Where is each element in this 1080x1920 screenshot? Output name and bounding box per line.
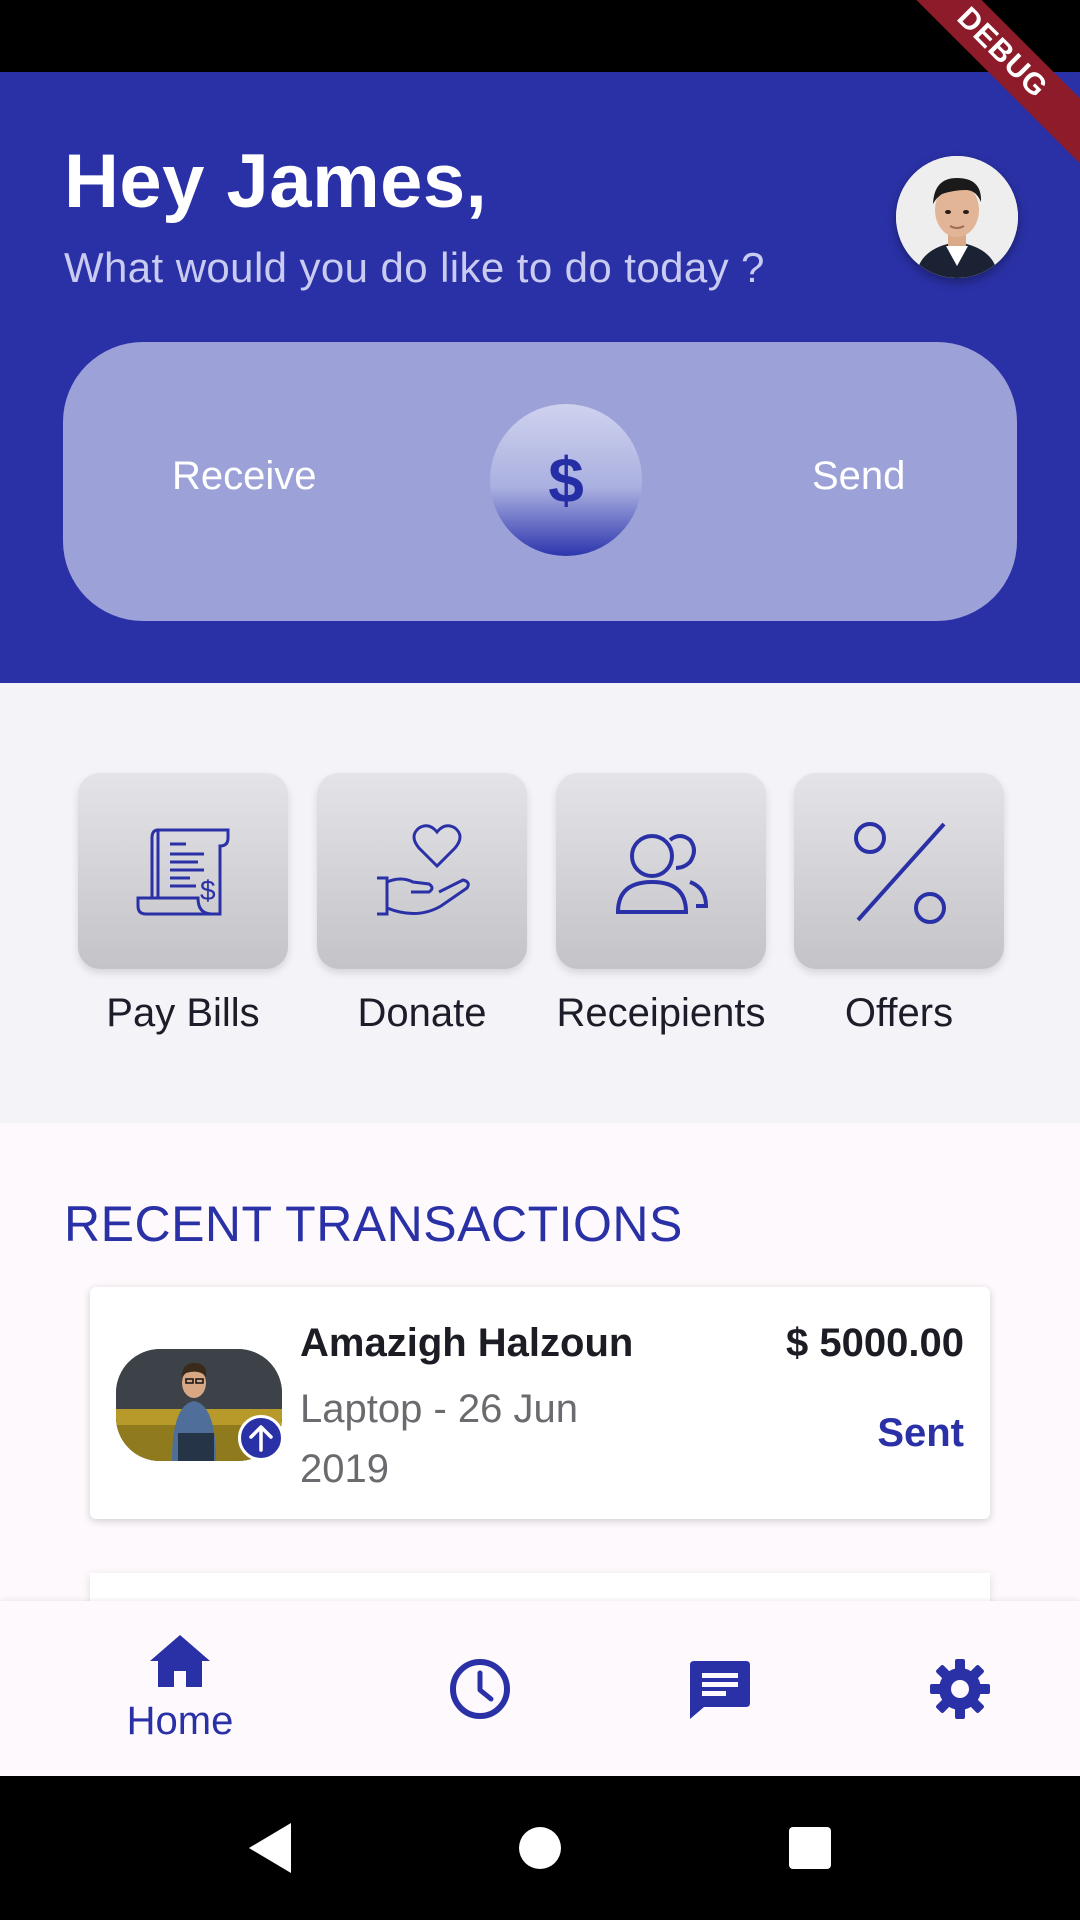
user-avatar-icon: [896, 156, 1018, 278]
section-title: RECENT TRANSACTIONS: [64, 1196, 683, 1252]
transaction-amount: $ 5000.00: [786, 1321, 964, 1365]
header: Hey James, What would you do like to do …: [0, 72, 1080, 683]
quick-action-recipients[interactable]: Receipients: [556, 773, 766, 1036]
donate-tile[interactable]: [317, 773, 527, 969]
quick-action-pay-bills[interactable]: $ Pay Bills: [78, 773, 288, 1036]
home-circle-icon: [519, 1827, 561, 1869]
dollar-toggle-button[interactable]: $: [490, 404, 642, 556]
arrow-up-icon: [249, 1425, 273, 1452]
message-icon: [690, 1660, 750, 1719]
system-navigation-bar: [0, 1776, 1080, 1920]
greeting-title: Hey James,: [64, 139, 488, 224]
transfer-panel: Receive $ Send: [63, 342, 1017, 621]
transaction-description: Laptop - 26 Jun 2019: [300, 1387, 578, 1491]
bottom-navigation: Home: [0, 1601, 1080, 1776]
nav-messages[interactable]: [640, 1601, 800, 1776]
history-clock-icon: [450, 1658, 510, 1719]
svg-text:$: $: [200, 875, 216, 906]
receipt-dollar-icon: $: [136, 828, 230, 916]
transaction-name: Amazigh Halzoun: [300, 1321, 634, 1365]
nav-history[interactable]: [400, 1601, 560, 1776]
sent-badge: [238, 1415, 284, 1461]
heart-hand-icon: [377, 824, 470, 916]
nav-settings[interactable]: [880, 1601, 1040, 1776]
pay-bills-tile[interactable]: $: [78, 773, 288, 969]
recents-square-icon: [789, 1827, 831, 1869]
settings-gear-icon: [930, 1658, 990, 1719]
users-icon: [615, 834, 709, 914]
offers-tile[interactable]: [794, 773, 1004, 969]
system-back-button[interactable]: [210, 1776, 330, 1920]
send-button[interactable]: Send: [812, 454, 905, 499]
quick-action-offers[interactable]: Offers: [794, 773, 1004, 1036]
quick-action-donate[interactable]: Donate: [317, 773, 527, 1036]
recipients-label: Receipients: [556, 991, 766, 1035]
quick-actions: $ Pay Bills Donate Receipients Offers: [0, 683, 1080, 1123]
transaction-status: Sent: [877, 1411, 964, 1455]
receive-button[interactable]: Receive: [172, 454, 317, 499]
system-home-button[interactable]: [480, 1776, 600, 1920]
donate-label: Donate: [357, 991, 487, 1035]
transaction-card[interactable]: [90, 1573, 990, 1601]
transaction-card[interactable]: Amazigh Halzoun Laptop - 26 Jun 2019 $ 5…: [90, 1287, 990, 1519]
recipients-tile[interactable]: [556, 773, 766, 969]
percent-icon: [854, 822, 946, 924]
status-bar: [0, 0, 1080, 72]
nav-home-label: Home: [126, 1699, 234, 1743]
offers-label: Offers: [844, 991, 954, 1035]
home-icon: [150, 1635, 210, 1687]
pay-bills-label: Pay Bills: [106, 991, 260, 1035]
nav-home[interactable]: Home: [100, 1601, 260, 1776]
greeting-subtitle: What would you do like to do today ?: [64, 244, 765, 291]
recent-transactions: RECENT TRANSACTIONS Amazigh Halzoun Lapt…: [0, 1123, 1080, 1601]
avatar[interactable]: [896, 156, 1018, 278]
system-recents-button[interactable]: [750, 1776, 870, 1920]
back-triangle-icon: [249, 1823, 291, 1873]
